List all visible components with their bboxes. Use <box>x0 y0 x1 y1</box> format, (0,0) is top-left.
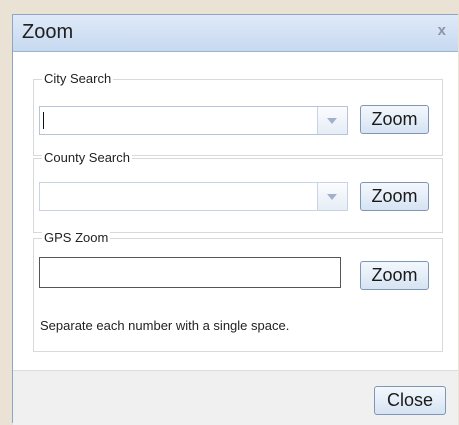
city-search-legend: City Search <box>42 71 114 86</box>
dialog-title: Zoom <box>22 21 74 43</box>
gps-hint-text: Separate each number with a single space… <box>40 318 290 333</box>
zoom-dialog: Zoom x City Search Zoom County Search Zo… <box>12 14 458 425</box>
gps-zoom-group: GPS Zoom Zoom Separate each number with … <box>33 230 443 352</box>
county-search-legend: County Search <box>42 150 132 165</box>
chevron-down-icon <box>327 118 337 124</box>
dialog-footer: Close <box>13 370 458 425</box>
county-zoom-button[interactable]: Zoom <box>360 182 429 211</box>
gps-zoom-button[interactable]: Zoom <box>360 261 429 290</box>
city-search-combobox[interactable] <box>39 106 348 135</box>
city-zoom-button[interactable]: Zoom <box>360 105 429 134</box>
chevron-down-icon <box>327 194 337 200</box>
close-button[interactable]: Close <box>374 386 446 415</box>
gps-coordinates-input[interactable] <box>39 257 341 288</box>
city-search-group: City Search Zoom <box>33 71 443 156</box>
county-search-combobox[interactable] <box>39 182 348 211</box>
city-dropdown-button[interactable] <box>317 107 347 134</box>
county-dropdown-button[interactable] <box>317 183 347 210</box>
text-caret <box>43 112 44 129</box>
dialog-titlebar[interactable]: Zoom x <box>13 15 458 52</box>
gps-zoom-legend: GPS Zoom <box>42 230 111 245</box>
close-icon[interactable]: x <box>438 22 446 39</box>
county-search-group: County Search Zoom <box>33 150 443 233</box>
